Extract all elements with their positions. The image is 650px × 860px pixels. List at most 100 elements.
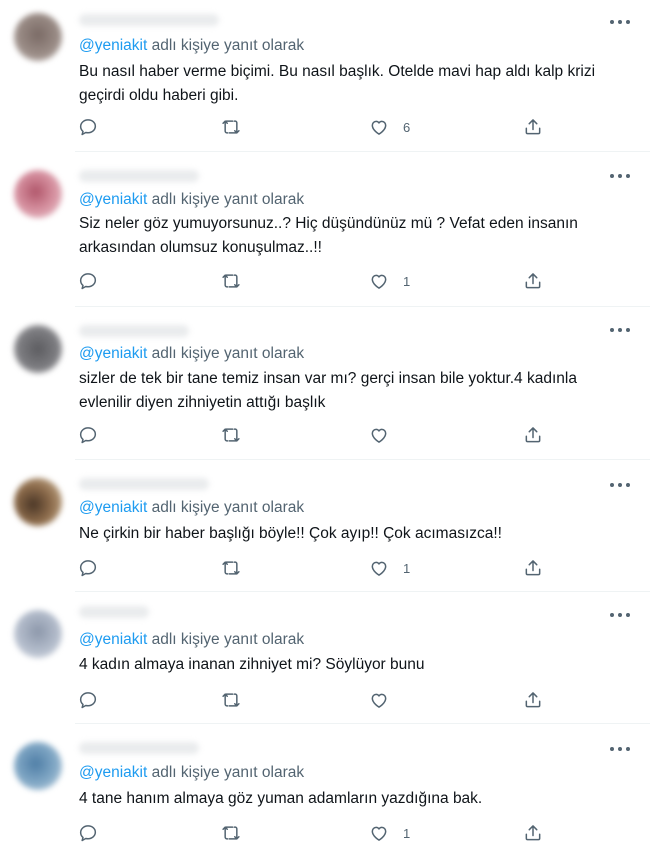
reply-icon	[79, 119, 97, 136]
tweet-text: sizler de tek bir tane temiz insan var m…	[79, 370, 577, 411]
more-icon[interactable]	[610, 172, 630, 180]
reply-context: @yeniakit adlı kişiye yanıt olarak	[79, 191, 304, 209]
share-button[interactable]	[523, 424, 543, 446]
like-count: 1	[403, 825, 411, 841]
reply-context-label: adlı kişiye yanıt olarak	[151, 345, 305, 362]
tweet-text: Bu nasıl haber verme biçimi. Bu nasıl ba…	[79, 63, 596, 104]
reply-handle-link[interactable]: @yeniakit	[79, 631, 147, 648]
more-icon[interactable]	[610, 326, 630, 334]
like-button[interactable]: 1	[369, 822, 410, 844]
tweet-actions	[78, 689, 548, 711]
retweet-button[interactable]	[221, 116, 241, 138]
reply-context-label: adlı kişiye yanıt olarak	[151, 37, 305, 54]
tweet-4[interactable]: @yeniakit adlı kişiye yanıt olarak Ne çi…	[0, 460, 650, 592]
like-icon	[371, 428, 387, 443]
share-icon	[525, 273, 541, 289]
more-icon[interactable]	[610, 745, 630, 753]
reply-context-label: adlı kişiye yanıt olarak	[151, 499, 305, 516]
reply-context: @yeniakit adlı kişiye yanıt olarak	[79, 37, 304, 55]
retweet-button[interactable]	[221, 424, 241, 446]
tweet-2[interactable]: @yeniakit adlı kişiye yanıt olarak Siz n…	[0, 152, 650, 307]
reply-icon	[79, 427, 97, 444]
reply-context: @yeniakit adlı kişiye yanıt olarak	[79, 345, 304, 363]
retweet-button[interactable]	[221, 822, 241, 844]
reply-context: @yeniakit adlı kişiye yanıt olarak	[79, 764, 304, 782]
reply-context: @yeniakit adlı kişiye yanıt olarak	[79, 631, 304, 649]
retweet-button[interactable]	[221, 689, 241, 711]
reply-handle-link[interactable]: @yeniakit	[79, 345, 147, 362]
avatar[interactable]	[14, 610, 62, 658]
share-button[interactable]	[523, 689, 543, 711]
like-icon	[371, 693, 387, 708]
avatar[interactable]	[14, 478, 62, 526]
retweet-icon	[222, 120, 240, 134]
author-name-blurred	[79, 325, 189, 337]
author-name-blurred	[79, 170, 199, 182]
more-icon[interactable]	[610, 481, 630, 489]
reply-handle-link[interactable]: @yeniakit	[79, 37, 147, 54]
like-button[interactable]	[369, 424, 403, 446]
reply-context-label: adlı kişiye yanıt olarak	[151, 764, 305, 781]
retweet-icon	[222, 693, 240, 707]
share-button[interactable]	[523, 557, 543, 579]
like-count: 1	[403, 273, 411, 289]
tweet-actions: 1	[78, 822, 548, 844]
share-icon	[525, 427, 541, 443]
reply-handle-link[interactable]: @yeniakit	[79, 499, 147, 516]
author-name-blurred	[79, 478, 209, 490]
share-icon	[525, 825, 541, 841]
like-button[interactable]: 6	[369, 116, 410, 138]
avatar[interactable]	[14, 325, 62, 373]
reply-context-label: adlı kişiye yanıt olarak	[151, 191, 305, 208]
like-button[interactable]: 1	[369, 557, 410, 579]
like-button[interactable]: 1	[369, 270, 410, 292]
retweet-button[interactable]	[221, 270, 241, 292]
more-icon[interactable]	[610, 611, 630, 619]
share-icon	[525, 119, 541, 135]
tweet-actions	[78, 424, 548, 446]
retweet-icon	[222, 274, 240, 288]
share-button[interactable]	[523, 270, 543, 292]
share-button[interactable]	[523, 116, 543, 138]
reply-button[interactable]	[78, 116, 98, 138]
tweet-6[interactable]: @yeniakit adlı kişiye yanıt olarak 4 tan…	[0, 724, 650, 860]
tweet-text: Siz neler göz yumuyorsunuz..? Hiç düşünd…	[79, 215, 578, 256]
like-icon	[371, 274, 387, 289]
retweet-button[interactable]	[221, 557, 241, 579]
reply-button[interactable]	[78, 557, 98, 579]
more-icon[interactable]	[610, 18, 630, 26]
tweet-5[interactable]: @yeniakit adlı kişiye yanıt olarak 4 kad…	[0, 592, 650, 724]
tweet-3[interactable]: @yeniakit adlı kişiye yanıt olarak sizle…	[0, 307, 650, 460]
tweet-feed: @yeniakit adlı kişiye yanıt olarak Bu na…	[0, 0, 650, 860]
author-name-blurred	[79, 742, 199, 754]
share-button[interactable]	[523, 822, 543, 844]
like-icon	[371, 120, 387, 135]
tweet-text: Ne çirkin bir haber başlığı böyle!! Çok …	[79, 525, 502, 542]
reply-icon	[79, 825, 97, 842]
reply-handle-link[interactable]: @yeniakit	[79, 764, 147, 781]
avatar[interactable]	[14, 13, 62, 61]
tweet-actions: 6	[78, 116, 548, 138]
reply-button[interactable]	[78, 822, 98, 844]
tweet-text: 4 kadın almaya inanan zihniyet mi? Söylü…	[79, 656, 425, 673]
reply-icon	[79, 273, 97, 290]
like-count: 6	[403, 119, 411, 135]
reply-button[interactable]	[78, 424, 98, 446]
share-icon	[525, 692, 541, 708]
avatar[interactable]	[14, 742, 62, 790]
like-button[interactable]	[369, 689, 403, 711]
avatar[interactable]	[14, 170, 62, 218]
tweet-1[interactable]: @yeniakit adlı kişiye yanıt olarak Bu na…	[0, 0, 650, 152]
tweet-text: 4 tane hanım almaya göz yuman adamların …	[79, 790, 483, 807]
reply-icon	[79, 560, 97, 577]
reply-context: @yeniakit adlı kişiye yanıt olarak	[79, 499, 304, 517]
reply-handle-link[interactable]: @yeniakit	[79, 191, 147, 208]
like-icon	[371, 561, 387, 576]
reply-button[interactable]	[78, 270, 98, 292]
reply-icon	[79, 692, 97, 709]
retweet-icon	[222, 428, 240, 442]
retweet-icon	[222, 561, 240, 575]
author-name-blurred	[79, 606, 149, 618]
reply-button[interactable]	[78, 689, 98, 711]
tweet-actions: 1	[78, 557, 548, 579]
